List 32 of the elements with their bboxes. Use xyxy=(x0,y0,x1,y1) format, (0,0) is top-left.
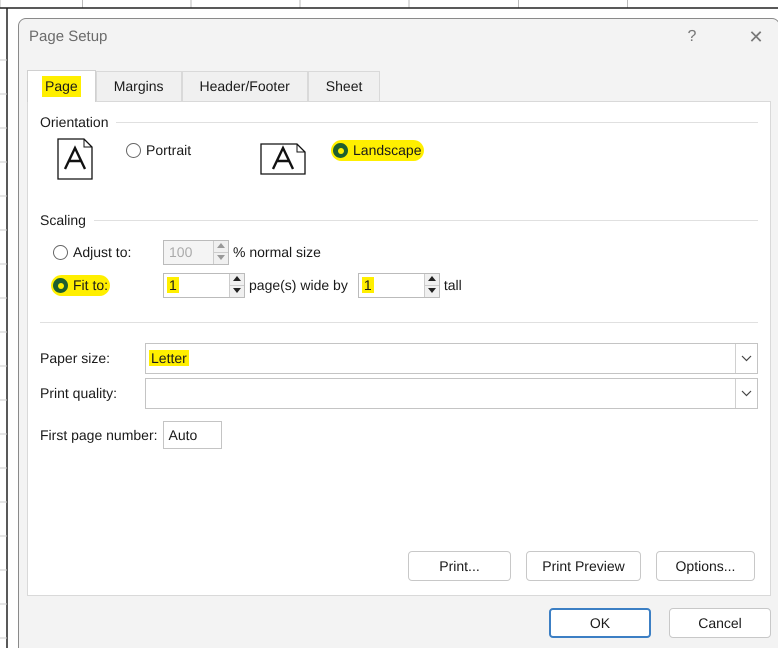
chevron-down-icon xyxy=(741,355,752,362)
portrait-page-icon xyxy=(57,138,93,180)
tab[interactable]: Sheet xyxy=(308,71,380,101)
chevron-down-icon xyxy=(741,390,752,397)
group-heading: Orientation xyxy=(40,112,108,132)
field-label: page(s) wide by xyxy=(249,276,348,295)
landscape-page-icon xyxy=(260,143,306,175)
tab[interactable]: Page xyxy=(27,70,96,102)
field-label: tall xyxy=(444,276,462,295)
group-heading: Scaling xyxy=(40,210,86,230)
number-spinner[interactable]: 1 xyxy=(163,273,245,298)
dialog-button[interactable]: Cancel xyxy=(669,608,771,638)
dropdown[interactable] xyxy=(145,378,758,409)
tab[interactable]: Header/Footer xyxy=(182,71,308,101)
number-spinner[interactable]: 1 xyxy=(358,273,440,298)
dialog-button[interactable]: Print... xyxy=(408,551,511,581)
tab[interactable]: Margins xyxy=(96,71,182,101)
help-button[interactable]: ? xyxy=(677,25,707,49)
close-button[interactable]: ✕ xyxy=(741,24,771,50)
field-label: Paper size: xyxy=(40,349,112,368)
field-label: First page number: xyxy=(40,426,158,445)
input-field[interactable]: Auto xyxy=(162,421,222,449)
dialog-button[interactable]: Options... xyxy=(656,551,755,581)
window-title: Page Setup xyxy=(29,26,108,47)
dialog-button[interactable]: OK xyxy=(549,608,651,638)
field-label: % normal size xyxy=(233,243,321,262)
radio-button[interactable]: Portrait xyxy=(124,140,194,161)
dialog-button[interactable]: Print Preview xyxy=(526,551,641,581)
dropdown[interactable]: Letter xyxy=(145,343,758,374)
field-label: Print quality: xyxy=(40,384,118,403)
radio-button[interactable]: Fit to: xyxy=(51,275,110,296)
radio-button[interactable]: Landscape xyxy=(331,140,424,161)
